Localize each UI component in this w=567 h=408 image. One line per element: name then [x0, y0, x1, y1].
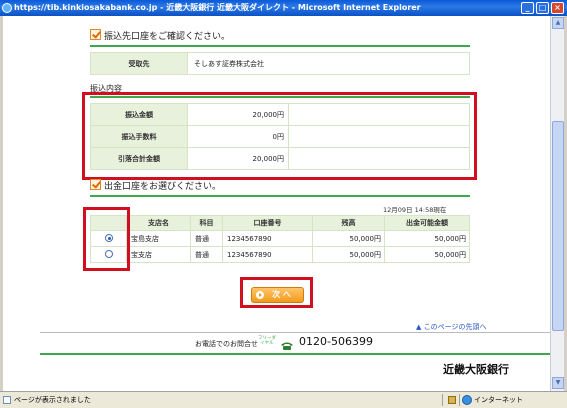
minimize-button[interactable]: _	[521, 2, 534, 14]
highlight-box	[240, 277, 313, 308]
divider	[40, 332, 550, 333]
col-available: 出金可能金額	[384, 215, 470, 231]
check-icon	[90, 29, 101, 40]
available-cell: 50,000円	[384, 246, 470, 263]
highlight-box	[82, 92, 477, 180]
branch-cell: 宝支店	[126, 246, 191, 263]
zone-text: インターネット	[474, 396, 523, 404]
balance-timestamp: 12月09日 14:58現在	[383, 206, 447, 214]
lock-icon	[448, 396, 456, 404]
browser-window: https://tib.kinkiosakabank.co.jp - 近畿大阪銀…	[0, 0, 567, 408]
page-icon	[3, 396, 11, 404]
balance-cell: 50,000円	[312, 230, 385, 247]
balance-cell: 50,000円	[312, 246, 385, 263]
number-cell: 1234567890	[222, 230, 313, 247]
type-cell: 普通	[190, 230, 223, 247]
phone-number[interactable]: 0120-506399	[299, 335, 373, 348]
page-top-link[interactable]: ▲ このページの先頭へ	[416, 322, 486, 332]
number-cell: 1234567890	[222, 246, 313, 263]
col-number: 口座番号	[222, 215, 313, 231]
window-title: https://tib.kinkiosakabank.co.jp - 近畿大阪銀…	[14, 3, 421, 12]
table-row: 宝支店 普通 1234567890 50,000円 50,000円	[90, 246, 470, 263]
status-text: ページが表示されました	[14, 396, 91, 404]
phone-icon	[280, 336, 294, 350]
scroll-up-icon[interactable]: ▲	[552, 17, 564, 29]
col-branch: 支店名	[126, 215, 191, 231]
scroll-thumb[interactable]	[552, 121, 564, 331]
account-table: 支店名 科目 口座番号 残高 出金可能金額 宝島支店 普通 1234567890…	[90, 215, 470, 263]
payee-heading: 振込先口座をご確認ください。	[90, 29, 230, 42]
status-bar: ページが表示されました インターネット	[0, 391, 567, 408]
divider	[90, 45, 470, 47]
type-cell: 普通	[190, 246, 223, 263]
highlight-box	[83, 207, 130, 271]
payee-label: 受取先	[90, 52, 188, 75]
vertical-scrollbar[interactable]: ▲ ▼	[550, 16, 564, 391]
payee-table: 受取先 そしあす証券株式会社	[90, 52, 470, 75]
page-viewport: 振込先口座をご確認ください。 受取先 そしあす証券株式会社 振込内容 振込金額 …	[3, 16, 550, 391]
account-heading: 出金口座をお選びください。	[90, 179, 221, 192]
footer-line	[40, 353, 550, 355]
col-type: 科目	[190, 215, 223, 231]
branch-cell: 宝島支店	[126, 230, 191, 247]
available-cell: 50,000円	[384, 230, 470, 247]
ie-icon	[2, 3, 12, 13]
internet-zone-icon	[462, 395, 472, 405]
maximize-button[interactable]: □	[536, 2, 549, 14]
check-icon	[90, 179, 101, 190]
close-button[interactable]: ×	[551, 2, 564, 14]
title-bar: https://tib.kinkiosakabank.co.jp - 近畿大阪銀…	[0, 0, 567, 16]
col-balance: 残高	[312, 215, 385, 231]
contact-label: お電話でのお問合せ	[195, 340, 258, 348]
bank-logo-text: 近畿大阪銀行	[443, 363, 509, 376]
scroll-down-icon[interactable]: ▼	[552, 377, 564, 389]
payee-value: そしあす証券株式会社	[187, 52, 470, 75]
table-row: 宝島支店 普通 1234567890 50,000円 50,000円	[90, 230, 470, 247]
freedial-label: フリーダイヤル	[258, 336, 276, 346]
divider	[90, 195, 470, 197]
